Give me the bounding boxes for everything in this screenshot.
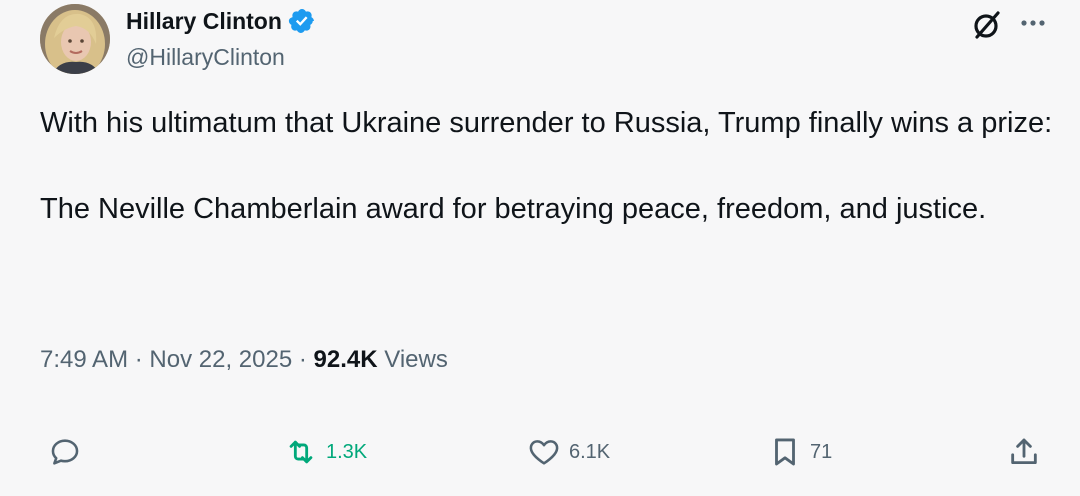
bookmark-icon [775,438,795,466]
retweet-icon [289,440,313,464]
tweet-date[interactable]: Nov 22, 2025 [149,346,292,373]
tweet-paragraph: The Neville Chamberlain award for betray… [40,193,987,225]
verified-badge-icon [288,9,314,33]
reply-button[interactable] [48,430,82,474]
author-name-row[interactable]: Hillary Clinton [126,6,316,36]
avatar-image [40,4,110,74]
meta-separator: · [134,346,143,373]
tweet-paragraph: With his ultimatum that Ukraine surrende… [40,107,1053,139]
author-display-name[interactable]: Hillary Clinton [126,6,282,36]
heart-icon [529,440,559,465]
share-icon [1011,438,1037,465]
retweet-button[interactable]: 1.3K [284,430,367,474]
views-label: Views [384,346,448,373]
bookmark-count: 71 [810,440,833,463]
bookmark-button[interactable]: 71 [768,430,832,474]
share-button[interactable] [1007,430,1041,474]
views-count[interactable]: 92.4K [314,346,378,373]
retweet-count: 1.3K [326,440,368,463]
reply-icon [51,439,79,465]
grok-icon[interactable] [970,8,1004,42]
meta-separator: · [298,346,307,373]
like-button[interactable]: 6.1K [527,430,610,474]
more-icon[interactable] [1018,8,1048,38]
like-count: 6.1K [569,440,611,463]
author-handle[interactable]: @HillaryClinton [126,42,285,72]
tweet-text: With his ultimatum that Ukraine surrende… [40,102,1060,231]
tweet-time[interactable]: 7:49 AM [40,346,128,373]
tweet-meta: 7:49 AM · Nov 22, 2025 · 92.4K Views [40,342,448,378]
avatar[interactable] [40,4,110,74]
